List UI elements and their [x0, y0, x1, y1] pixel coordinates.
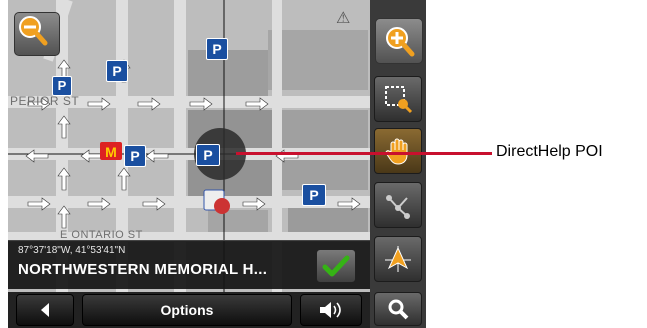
options-label: Options [160, 302, 214, 318]
selected-poi-marker[interactable]: P [196, 144, 220, 166]
callout-label: DirectHelp POI [496, 143, 603, 160]
parking-marker[interactable]: P [106, 60, 128, 82]
search-button[interactable] [374, 292, 422, 326]
select-area-icon [385, 86, 413, 114]
poi-name: NORTHWESTERN MEMORIAL H... [18, 261, 268, 278]
parking-letter: P [112, 63, 122, 79]
current-position-button[interactable] [374, 236, 422, 282]
hand-icon [385, 138, 408, 165]
zoom-in-icon [386, 27, 415, 57]
street-label-superior: PERIOR ST [10, 94, 80, 108]
speaker-icon [320, 302, 341, 318]
navigation-arrow-icon [385, 246, 411, 272]
volume-button[interactable] [300, 294, 362, 326]
svg-text:M: M [105, 144, 117, 160]
warning-icon: ⚠ [336, 10, 351, 27]
bottom-bar: Options [8, 292, 370, 328]
route-icon [386, 195, 410, 219]
select-area-button[interactable] [374, 76, 422, 122]
parking-letter: P [203, 147, 213, 163]
poi-info-panel: 87°37'18"W, 41°53'41"N NORTHWESTERN MEMO… [8, 240, 370, 289]
zoom-out-icon [19, 16, 48, 46]
back-arrow-icon [41, 303, 49, 317]
options-button[interactable]: Options [82, 294, 292, 326]
parking-marker[interactable]: P [302, 184, 326, 206]
device-screen: M PERIOR ST E ONTARIO ST P P P P P P ⚠ 8… [8, 0, 426, 328]
confirm-button[interactable] [316, 249, 356, 283]
coordinates-readout: 87°37'18"W, 41°53'41"N [18, 245, 126, 256]
zoom-out-button[interactable] [14, 12, 60, 56]
checkmark-icon [322, 255, 350, 277]
back-button[interactable] [16, 294, 74, 326]
right-toolbar [370, 0, 426, 328]
zoom-in-button[interactable] [375, 18, 423, 64]
parking-letter: P [130, 148, 140, 164]
parking-letter: P [309, 187, 319, 203]
pan-button[interactable] [374, 128, 422, 174]
search-icon [388, 299, 409, 320]
parking-marker[interactable]: P [124, 145, 146, 167]
callout-line [236, 152, 492, 155]
parking-marker[interactable]: P [52, 76, 72, 96]
parking-letter: P [57, 78, 67, 93]
route-button[interactable] [374, 182, 422, 228]
parking-marker[interactable]: P [206, 38, 228, 60]
parking-letter: P [212, 41, 222, 57]
